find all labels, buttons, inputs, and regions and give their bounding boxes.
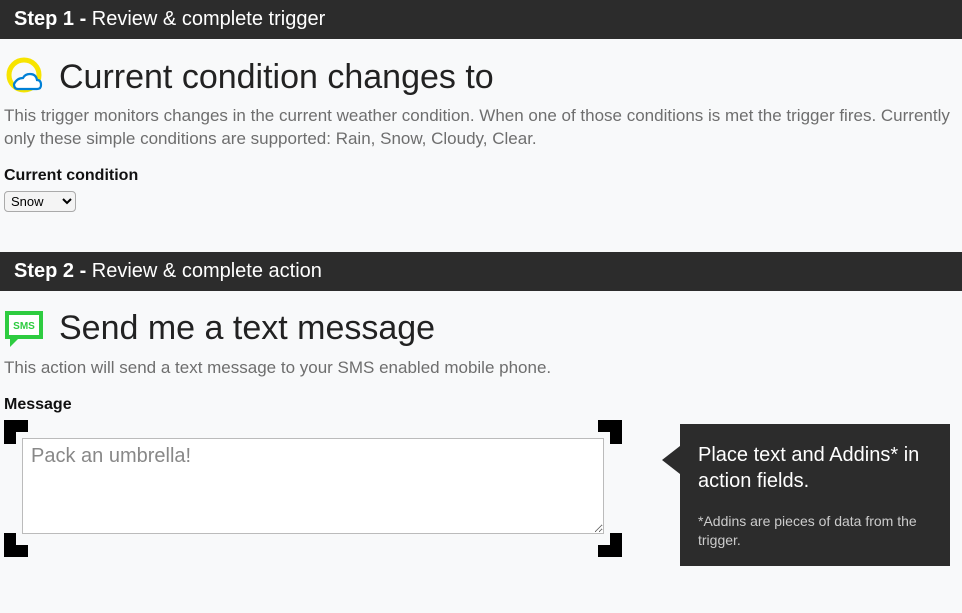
- action-title: Send me a text message: [59, 309, 435, 348]
- weather-icon: [4, 57, 44, 97]
- step1-header: Step 1 - Review & complete trigger: [0, 0, 962, 39]
- step2-header: Step 2 - Review & complete action: [0, 252, 962, 291]
- sms-icon: SMS: [4, 309, 44, 349]
- addins-tooltip: Place text and Addins* in action fields.…: [680, 424, 950, 566]
- svg-text:SMS: SMS: [13, 321, 35, 332]
- textarea-frame: [4, 420, 622, 557]
- message-field-label: Message: [0, 396, 962, 420]
- trigger-title: Current condition changes to: [59, 58, 494, 97]
- tooltip-main-text: Place text and Addins* in action fields.: [698, 442, 932, 494]
- bracket-corner-icon: [598, 533, 622, 557]
- bracket-corner-icon: [4, 420, 28, 444]
- step1-section: Step 1 - Review & complete trigger Curre…: [0, 0, 962, 212]
- trigger-description: This trigger monitors changes in the cur…: [0, 105, 962, 167]
- message-area-wrap: Place text and Addins* in action fields.…: [0, 420, 962, 566]
- step1-header-rest: Review & complete trigger: [92, 8, 325, 30]
- bracket-corner-icon: [598, 420, 622, 444]
- step2-header-rest: Review & complete action: [92, 260, 322, 282]
- trigger-title-row: Current condition changes to: [0, 57, 962, 97]
- step1-header-bold: Step 1 -: [14, 8, 92, 30]
- tooltip-sub-text: *Addins are pieces of data from the trig…: [698, 512, 932, 550]
- condition-field-label: Current condition: [0, 167, 962, 191]
- condition-select[interactable]: Snow: [4, 191, 76, 212]
- bracket-corner-icon: [4, 533, 28, 557]
- step2-section: Step 2 - Review & complete action SMS Se…: [0, 252, 962, 566]
- step2-header-bold: Step 2 -: [14, 260, 92, 282]
- action-description: This action will send a text message to …: [0, 357, 962, 396]
- message-textarea[interactable]: [22, 438, 604, 534]
- action-title-row: SMS Send me a text message: [0, 309, 962, 349]
